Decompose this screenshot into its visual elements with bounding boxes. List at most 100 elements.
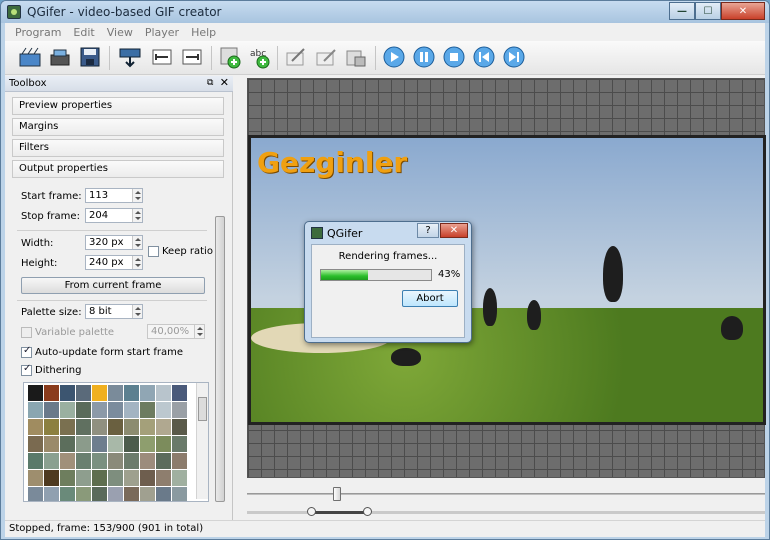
palette-swatch[interactable]	[92, 470, 107, 486]
section-output-properties[interactable]: Output properties	[12, 160, 224, 178]
auto-update-checkbox[interactable]	[21, 345, 32, 358]
palette-scroll-thumb[interactable]	[198, 397, 207, 421]
palette-swatch[interactable]	[60, 470, 75, 486]
keep-ratio-checkbox[interactable]	[148, 246, 159, 257]
height-spinbox[interactable]: 240 px	[85, 255, 143, 270]
palette-swatch[interactable]	[140, 487, 155, 501]
start-frame-spinbox[interactable]: 113	[85, 188, 143, 203]
palette-swatch[interactable]	[76, 487, 91, 501]
palette-swatch[interactable]	[28, 402, 43, 418]
palette-swatch[interactable]	[92, 436, 107, 452]
palette-swatch[interactable]	[156, 385, 171, 401]
remove-object-icon[interactable]	[343, 44, 369, 70]
close-panel-icon[interactable]: ✕	[220, 77, 229, 89]
title-bar[interactable]: QGifer - video-based GIF creator — ☐ ✕	[1, 1, 769, 23]
palette-swatch[interactable]	[92, 402, 107, 418]
add-text-icon[interactable]: abc	[247, 44, 273, 70]
menu-help[interactable]: Help	[185, 26, 222, 39]
palette-swatch[interactable]	[140, 470, 155, 486]
dithering-checkbox[interactable]	[21, 363, 32, 376]
palette-swatch[interactable]	[140, 453, 155, 469]
play-icon[interactable]	[381, 44, 407, 70]
palette-swatch[interactable]	[76, 436, 91, 452]
variable-palette-checkbox[interactable]	[21, 327, 32, 338]
range-slider[interactable]	[247, 507, 765, 516]
palette-swatch[interactable]	[172, 453, 187, 469]
palette-swatch[interactable]	[156, 402, 171, 418]
palette-swatch[interactable]	[124, 487, 139, 501]
palette-swatch[interactable]	[60, 453, 75, 469]
palette-swatch[interactable]	[172, 487, 187, 501]
pause-icon[interactable]	[411, 44, 437, 70]
palette-swatch[interactable]	[140, 385, 155, 401]
palette-swatch[interactable]	[44, 419, 59, 435]
section-filters[interactable]: Filters	[12, 139, 224, 157]
stop-icon[interactable]	[441, 44, 467, 70]
menu-program[interactable]: Program	[9, 26, 67, 39]
range-end-handle[interactable]	[363, 507, 372, 516]
palette-swatch[interactable]	[172, 402, 187, 418]
palette-swatch[interactable]	[108, 487, 123, 501]
palette-swatch[interactable]	[92, 419, 107, 435]
section-preview-properties[interactable]: Preview properties	[12, 97, 224, 115]
palette-swatch[interactable]	[76, 419, 91, 435]
palette-swatch[interactable]	[76, 453, 91, 469]
palette-swatch[interactable]	[44, 385, 59, 401]
palette-swatch[interactable]	[92, 385, 107, 401]
palette-swatch[interactable]	[108, 385, 123, 401]
palette-swatch[interactable]	[172, 385, 187, 401]
palette-swatch[interactable]	[108, 470, 123, 486]
palette-swatch[interactable]	[156, 436, 171, 452]
save-icon[interactable]	[77, 44, 103, 70]
toolbox-scroll-thumb[interactable]	[215, 216, 225, 502]
palette-swatch[interactable]	[156, 419, 171, 435]
stop-frame-spinbox[interactable]: 204	[85, 208, 143, 223]
palette-swatch[interactable]	[60, 402, 75, 418]
from-current-frame-button[interactable]: From current frame	[21, 277, 205, 294]
open-video-icon[interactable]	[17, 44, 43, 70]
palette-swatch[interactable]	[76, 470, 91, 486]
palette-swatch[interactable]	[156, 453, 171, 469]
palette-swatch[interactable]	[108, 402, 123, 418]
set-start-icon[interactable]	[149, 44, 175, 70]
palette-swatch[interactable]	[28, 470, 43, 486]
palette-swatch[interactable]	[108, 436, 123, 452]
edit-object-icon[interactable]	[283, 44, 309, 70]
palette-swatch[interactable]	[44, 453, 59, 469]
range-start-handle[interactable]	[307, 507, 316, 516]
palette-swatch[interactable]	[172, 470, 187, 486]
maximize-button[interactable]: ☐	[695, 2, 721, 20]
palette-swatch[interactable]	[124, 402, 139, 418]
dialog-help-button[interactable]: ?	[417, 223, 439, 238]
palette-swatch[interactable]	[44, 487, 59, 501]
palette-swatch[interactable]	[124, 436, 139, 452]
frame-slider[interactable]	[247, 487, 765, 501]
palette-swatch[interactable]	[28, 385, 43, 401]
frame-down-icon[interactable]	[117, 44, 143, 70]
palette-swatch[interactable]	[28, 419, 43, 435]
palette-swatch[interactable]	[44, 436, 59, 452]
variable-palette-spinbox[interactable]: 40,00%	[147, 324, 205, 339]
width-spinbox[interactable]: 320 px	[85, 235, 143, 250]
palette-swatch[interactable]	[156, 487, 171, 501]
palette-swatch[interactable]	[92, 487, 107, 501]
palette-swatch[interactable]	[60, 385, 75, 401]
palette-swatch[interactable]	[140, 436, 155, 452]
palette-swatch[interactable]	[28, 436, 43, 452]
palette-swatch[interactable]	[172, 419, 187, 435]
palette-swatch[interactable]	[108, 419, 123, 435]
menu-player[interactable]: Player	[139, 26, 185, 39]
palette-swatch[interactable]	[76, 385, 91, 401]
extract-icon[interactable]	[47, 44, 73, 70]
abort-button[interactable]: Abort	[402, 290, 458, 307]
dialog-close-button[interactable]: ✕	[440, 223, 468, 238]
palette-swatch[interactable]	[60, 436, 75, 452]
palette-swatch[interactable]	[124, 385, 139, 401]
next-frame-icon[interactable]	[501, 44, 527, 70]
palette-size-spinbox[interactable]: 8 bit	[85, 304, 143, 319]
frame-slider-handle[interactable]	[333, 487, 341, 501]
close-button[interactable]: ✕	[721, 2, 765, 20]
palette-swatch[interactable]	[108, 453, 123, 469]
palette-swatch[interactable]	[92, 453, 107, 469]
palette-swatch[interactable]	[140, 419, 155, 435]
